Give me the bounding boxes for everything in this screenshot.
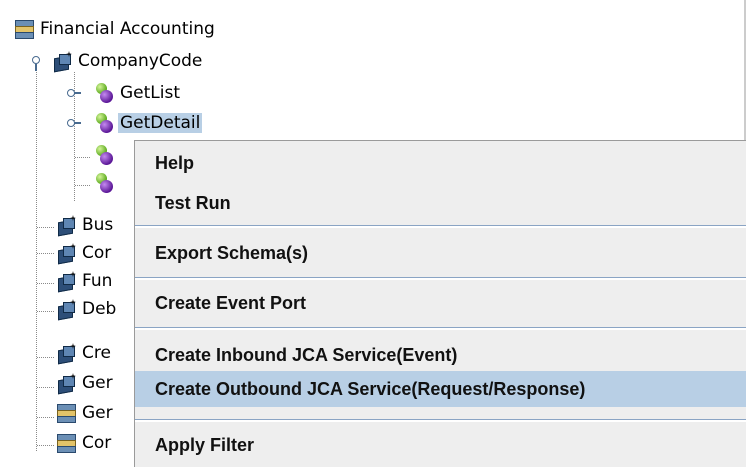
menu-item-label: Create Inbound JCA Service(Event) — [155, 344, 458, 365]
tree-connector — [37, 357, 55, 358]
tree-connector — [37, 283, 55, 284]
tree-connector — [37, 387, 55, 388]
method-icon — [94, 145, 114, 165]
tree-node-database[interactable]: Ger — [56, 402, 115, 424]
method-icon — [94, 113, 114, 133]
method-icon — [94, 83, 114, 103]
tree-node-database[interactable]: Cor — [56, 432, 113, 454]
menu-item-create-outbound-jca[interactable]: Create Outbound JCA Service(Request/Resp… — [135, 371, 746, 407]
expand-handle-icon[interactable] — [67, 118, 81, 128]
menu-item-help[interactable]: Help — [135, 145, 746, 181]
tree-node-business-object[interactable]: Bus — [56, 214, 115, 237]
menu-item-label: Help — [155, 152, 195, 173]
business-object-icon — [56, 271, 76, 293]
tree-connector — [37, 227, 55, 228]
business-object-icon — [56, 215, 76, 237]
tree-node-method-selected[interactable]: GetDetail — [94, 112, 203, 134]
menu-item-apply-filter[interactable]: Apply Filter — [135, 427, 746, 463]
tree-node-label: Deb — [82, 299, 117, 319]
tree-node-company-code[interactable]: CompanyCode — [52, 50, 204, 73]
tree-node-label: Ger — [82, 373, 113, 393]
tree-node-method[interactable] — [94, 144, 118, 166]
tree-connector — [36, 72, 37, 452]
tree-node-business-object[interactable]: Cre — [56, 342, 113, 365]
tree-connector — [37, 445, 55, 446]
tree-connector — [37, 417, 55, 418]
menu-item-label: Export Schema(s) — [155, 242, 309, 263]
menu-separator — [135, 327, 746, 330]
menu-item-label: Create Outbound JCA Service(Request/Resp… — [155, 378, 586, 399]
menu-separator — [135, 277, 746, 280]
tree-node-label: Cor — [82, 243, 112, 263]
tree-node-label: Fun — [82, 271, 113, 291]
tree-node-label: CompanyCode — [78, 51, 203, 71]
business-object-icon — [52, 51, 72, 73]
tree-node-business-object[interactable]: Ger — [56, 372, 115, 395]
menu-item-create-inbound-jca[interactable]: Create Inbound JCA Service(Event) — [135, 337, 746, 373]
business-object-icon — [56, 373, 76, 395]
business-object-icon — [56, 243, 76, 265]
menu-item-label: Apply Filter — [155, 434, 255, 455]
business-object-icon — [56, 299, 76, 321]
tree-node-label: Financial Accounting — [40, 19, 215, 39]
database-icon — [56, 433, 76, 453]
tree-node-business-object[interactable]: Fun — [56, 270, 114, 293]
tree-connector — [75, 185, 91, 186]
tree-node-label: Cor — [82, 433, 112, 453]
database-icon — [56, 403, 76, 423]
tree-node-business-object[interactable]: Deb — [56, 298, 118, 321]
tree-node-method[interactable] — [94, 172, 118, 194]
tree-node-label: GetDetail — [118, 113, 203, 133]
expand-handle-icon[interactable] — [67, 88, 81, 98]
tree-node-root[interactable]: Financial Accounting — [14, 18, 217, 40]
database-icon — [14, 19, 34, 39]
menu-item-test-run[interactable]: Test Run — [135, 185, 746, 221]
tree-node-method[interactable]: GetList — [94, 82, 182, 104]
menu-item-export-schema[interactable]: Export Schema(s) — [135, 235, 746, 271]
tree-connector — [75, 157, 91, 158]
method-icon — [94, 173, 114, 193]
tree-connector — [37, 253, 55, 254]
collapse-handle-icon[interactable] — [32, 56, 42, 72]
menu-item-label: Test Run — [155, 192, 231, 213]
tree-connector — [37, 311, 55, 312]
tree-node-business-object[interactable]: Cor — [56, 242, 113, 265]
menu-separator — [135, 225, 746, 228]
context-menu: Help Test Run Export Schema(s) Create Ev… — [134, 140, 746, 467]
menu-separator — [135, 419, 746, 422]
tree-node-label: GetList — [120, 83, 181, 103]
business-object-icon — [56, 343, 76, 365]
tree-node-label: Bus — [82, 215, 114, 235]
menu-item-create-event-port[interactable]: Create Event Port — [135, 285, 746, 321]
tree-node-label: Cre — [82, 343, 111, 363]
menu-item-label: Create Event Port — [155, 292, 307, 313]
tree-node-label: Ger — [82, 403, 113, 423]
